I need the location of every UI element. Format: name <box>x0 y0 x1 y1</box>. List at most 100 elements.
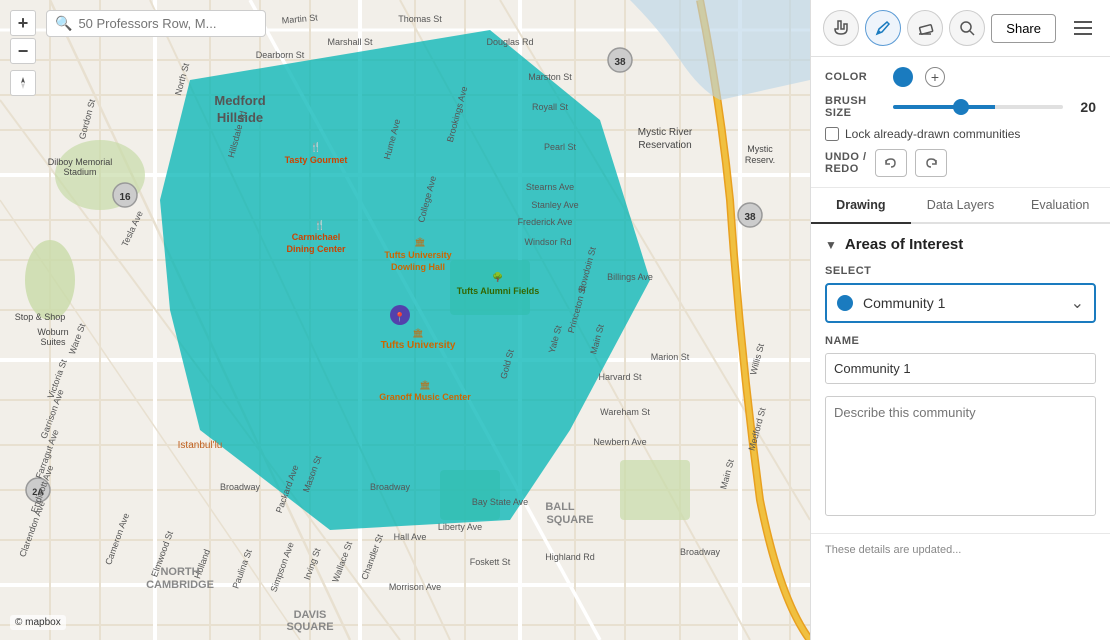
brush-size-label: BRUSHSIZE <box>825 95 885 119</box>
svg-text:Billings Ave: Billings Ave <box>607 272 653 282</box>
map-attribution: © mapbox <box>10 615 66 630</box>
color-label: COLOR <box>825 71 885 83</box>
menu-line <box>1074 21 1092 23</box>
search-input[interactable] <box>78 16 257 31</box>
svg-text:Mystic River: Mystic River <box>638 127 693 138</box>
svg-text:Carmichael: Carmichael <box>292 232 341 242</box>
community-select-dropdown[interactable]: Community 1 ⌄ <box>825 283 1096 323</box>
svg-text:Stadium: Stadium <box>63 167 96 177</box>
svg-text:📍: 📍 <box>394 311 405 322</box>
svg-text:38: 38 <box>744 212 756 223</box>
svg-text:Suites: Suites <box>40 337 66 347</box>
svg-text:Woburn: Woburn <box>37 327 68 337</box>
svg-text:16: 16 <box>119 192 131 203</box>
svg-text:Granoff Music Center: Granoff Music Center <box>379 392 471 402</box>
svg-text:CAMBRIDGE: CAMBRIDGE <box>146 579 214 591</box>
pen-tool-button[interactable] <box>865 10 901 46</box>
aoi-toggle[interactable]: ▼ <box>825 238 837 252</box>
svg-text:Royall St: Royall St <box>532 102 569 112</box>
svg-text:Newbern Ave: Newbern Ave <box>593 437 646 447</box>
eraser-tool-button[interactable] <box>907 10 943 46</box>
aoi-section: ▼ Areas of Interest SELECT Community 1 ⌄… <box>811 224 1110 533</box>
svg-text:Stanley Ave: Stanley Ave <box>531 200 578 210</box>
right-panel: Share COLOR + BRUSHSIZE 20 Lock already-… <box>810 0 1110 640</box>
undo-button[interactable] <box>875 149 907 177</box>
svg-text:Tufts University: Tufts University <box>384 250 451 260</box>
tab-data-layers[interactable]: Data Layers <box>911 188 1011 224</box>
svg-text:Bay State Ave: Bay State Ave <box>472 497 528 507</box>
menu-button[interactable] <box>1068 13 1098 43</box>
community-description-textarea[interactable] <box>825 396 1096 516</box>
brush-size-value: 20 <box>1071 99 1096 115</box>
svg-text:Foskett St: Foskett St <box>470 557 511 567</box>
map-container[interactable]: 38 38 16 2A Martin St Thomas St Lyna Mar… <box>0 0 810 640</box>
undo-icon <box>884 156 898 170</box>
map-controls: + − <box>10 10 36 96</box>
svg-text:Dearborn St: Dearborn St <box>256 50 305 60</box>
svg-text:Broadway: Broadway <box>370 482 411 492</box>
svg-text:Harvard St: Harvard St <box>598 372 642 382</box>
menu-line <box>1074 33 1092 35</box>
svg-text:Dining Center: Dining Center <box>286 244 345 254</box>
community-select-value: Community 1 <box>863 295 1071 311</box>
add-color-button[interactable]: + <box>925 67 945 87</box>
lock-communities-checkbox[interactable] <box>825 127 839 141</box>
svg-text:Istanbul'lu: Istanbul'lu <box>178 440 223 451</box>
svg-text:NORTH: NORTH <box>160 566 199 578</box>
lock-communities-label: Lock already-drawn communities <box>845 127 1020 141</box>
select-label: SELECT <box>825 265 1096 277</box>
svg-text:🏛: 🏛 <box>414 237 425 247</box>
svg-text:Douglas Rd: Douglas Rd <box>486 37 533 47</box>
svg-text:Stearns Ave: Stearns Ave <box>526 182 574 192</box>
svg-text:Tasty Gourmet: Tasty Gourmet <box>285 155 348 165</box>
compass-button[interactable] <box>10 70 36 96</box>
svg-text:Thomas St: Thomas St <box>398 14 442 24</box>
svg-text:Broadway: Broadway <box>680 547 721 557</box>
svg-text:Mystic: Mystic <box>747 144 773 154</box>
svg-text:Marshall St: Marshall St <box>327 37 373 47</box>
map-background: 38 38 16 2A Martin St Thomas St Lyna Mar… <box>0 0 810 640</box>
svg-text:Pearl St: Pearl St <box>544 142 577 152</box>
svg-text:38: 38 <box>614 57 626 68</box>
svg-text:Morrison Ave: Morrison Ave <box>389 582 441 592</box>
tab-drawing[interactable]: Drawing <box>811 188 911 224</box>
svg-text:SQUARE: SQUARE <box>546 514 593 526</box>
pen-icon <box>874 19 892 37</box>
svg-text:Dilboy Memorial: Dilboy Memorial <box>48 157 113 167</box>
hand-icon <box>832 19 850 37</box>
svg-text:SQUARE: SQUARE <box>286 621 333 633</box>
svg-text:Marion St: Marion St <box>651 352 690 362</box>
svg-text:DAVIS: DAVIS <box>294 609 327 621</box>
zoom-in-button[interactable]: + <box>10 10 36 36</box>
svg-text:Reservation: Reservation <box>638 140 691 151</box>
color-swatch[interactable] <box>893 67 913 87</box>
brush-size-slider[interactable] <box>893 105 1063 109</box>
svg-text:🏛: 🏛 <box>419 380 430 390</box>
svg-text:Medford: Medford <box>214 93 265 108</box>
chevron-down-icon: ⌄ <box>1071 293 1084 313</box>
svg-text:🌳: 🌳 <box>492 271 503 282</box>
svg-text:Hall Ave: Hall Ave <box>394 532 427 542</box>
magnify-icon <box>958 19 976 37</box>
name-label: NAME <box>825 335 1096 347</box>
undo-redo-label: UNDO /REDO <box>825 151 867 175</box>
svg-text:Liberty Ave: Liberty Ave <box>438 522 482 532</box>
svg-text:Broadway: Broadway <box>220 482 261 492</box>
svg-text:🏛: 🏛 <box>412 328 423 338</box>
svg-text:BALL: BALL <box>545 501 575 513</box>
settings-section: COLOR + BRUSHSIZE 20 Lock already-drawn … <box>811 57 1110 188</box>
hand-tool-button[interactable] <box>823 10 859 46</box>
zoom-out-button[interactable]: − <box>10 38 36 64</box>
tab-evaluation[interactable]: Evaluation <box>1010 188 1110 224</box>
community-name-input[interactable] <box>825 353 1096 384</box>
redo-icon <box>924 156 938 170</box>
magnify-tool-button[interactable] <box>949 10 985 46</box>
search-icon: 🔍 <box>55 15 72 32</box>
share-button[interactable]: Share <box>991 14 1056 43</box>
menu-line <box>1074 27 1092 29</box>
svg-text:Tufts Alumni Fields: Tufts Alumni Fields <box>457 286 540 296</box>
redo-button[interactable] <box>915 149 947 177</box>
svg-text:🍴: 🍴 <box>314 219 325 231</box>
svg-text:Reserv.: Reserv. <box>745 155 775 165</box>
svg-text:Windsor Rd: Windsor Rd <box>524 237 571 247</box>
